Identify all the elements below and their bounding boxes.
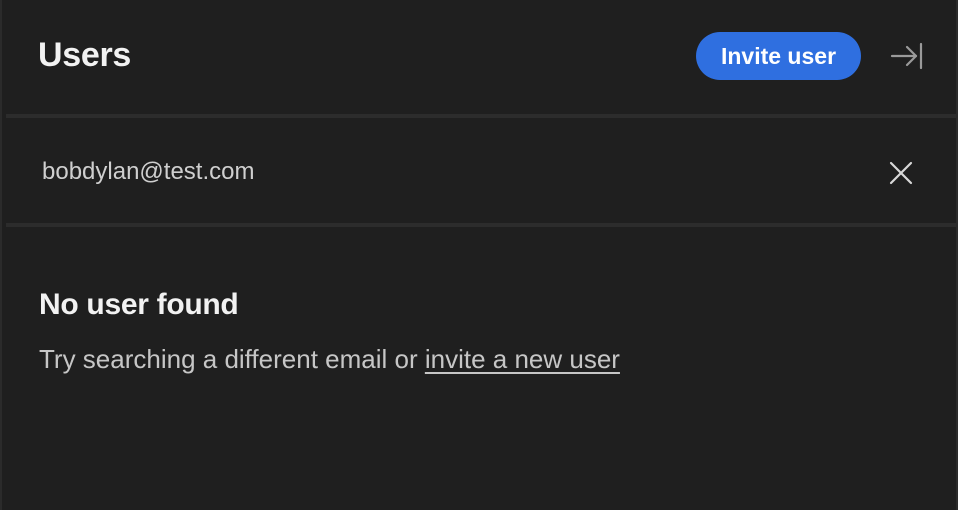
page-title: Users bbox=[38, 36, 132, 74]
search-input[interactable] bbox=[42, 152, 842, 192]
empty-state-message: Try searching a different email or invit… bbox=[39, 344, 620, 375]
close-icon[interactable] bbox=[886, 158, 916, 188]
invite-new-user-link[interactable]: invite a new user bbox=[425, 344, 620, 374]
empty-state-message-text: Try searching a different email or bbox=[39, 344, 425, 374]
empty-state: No user found Try searching a different … bbox=[39, 288, 620, 375]
invite-user-button[interactable]: Invite user bbox=[696, 32, 861, 80]
search-row bbox=[2, 118, 956, 223]
search-divider bbox=[6, 223, 956, 227]
panel-header: Users Invite user bbox=[2, 0, 956, 114]
empty-state-title: No user found bbox=[39, 288, 239, 321]
collapse-panel-icon[interactable] bbox=[888, 40, 924, 72]
users-panel: Users Invite user No user found Try sear… bbox=[0, 0, 958, 510]
